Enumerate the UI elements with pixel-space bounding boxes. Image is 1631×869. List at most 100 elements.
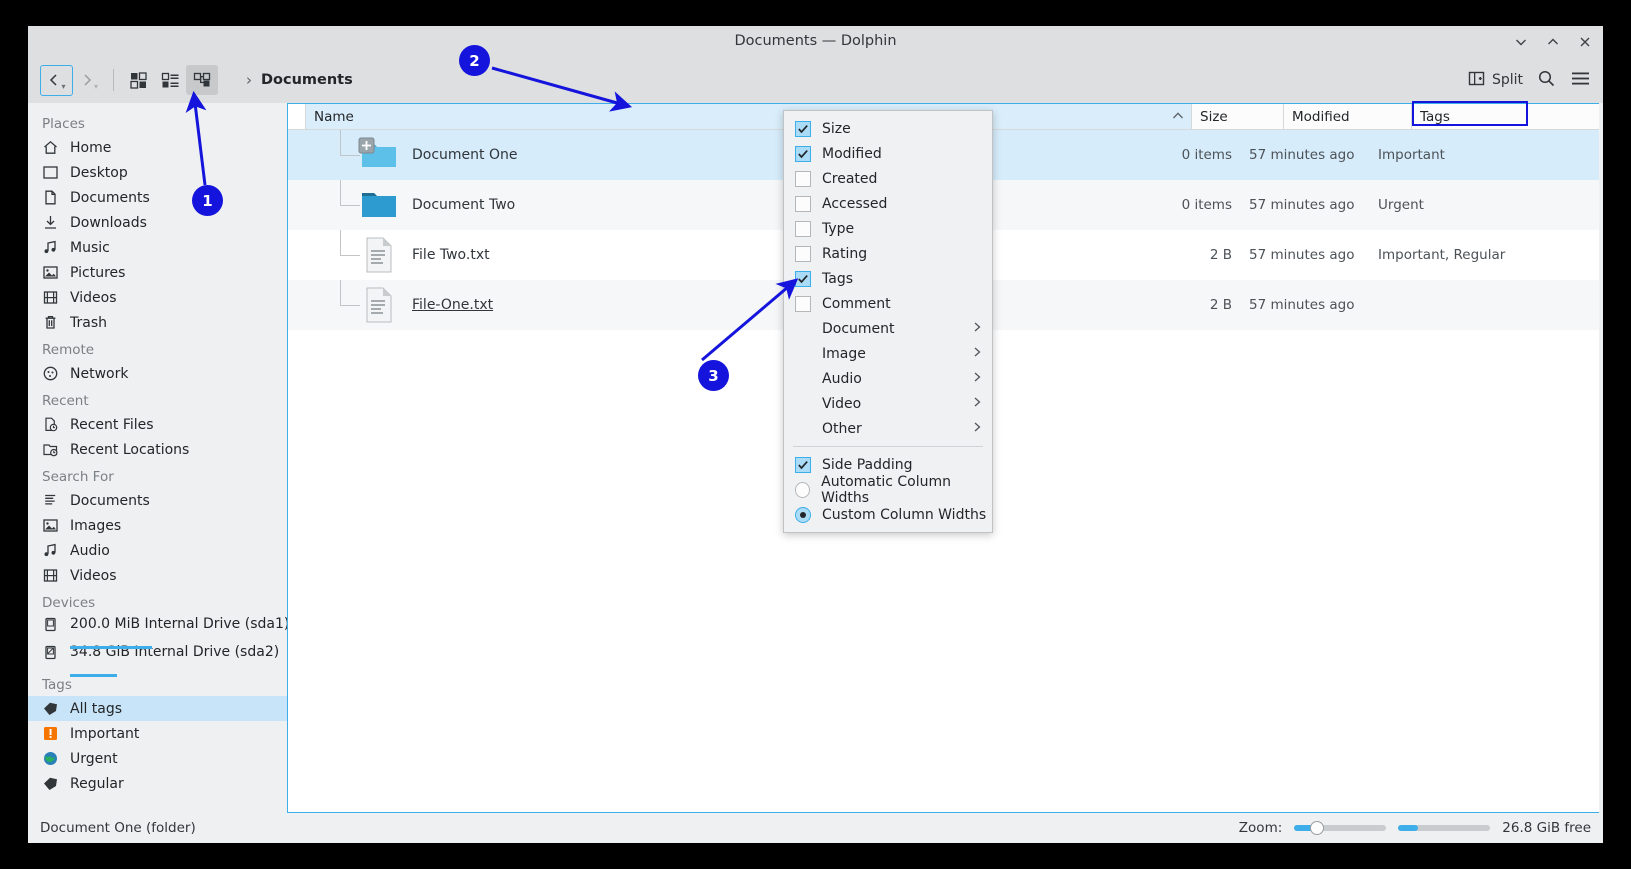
maximize-icon[interactable]: [1545, 34, 1561, 50]
details-view-button[interactable]: [186, 65, 218, 95]
hamburger-menu-icon[interactable]: [1570, 68, 1591, 93]
toolbar-right-group: Split: [1468, 57, 1591, 103]
breadcrumb[interactable]: › Documents: [246, 71, 353, 89]
breadcrumb-chevron-icon: ›: [246, 71, 252, 89]
sidebar-item-videos[interactable]: Videos: [28, 285, 287, 310]
file-name[interactable]: File-One.txt: [408, 297, 1149, 313]
menu-item-image[interactable]: Image: [784, 341, 992, 366]
status-bar: Document One (folder) Zoom: 26.8 GiB fre…: [28, 813, 1603, 843]
sidebar-item-trash[interactable]: Trash: [28, 310, 287, 335]
drive-icon: [40, 642, 60, 662]
menu-item-type[interactable]: Type: [784, 216, 992, 241]
compact-view-button[interactable]: [154, 65, 186, 95]
sidebar-item-desktop[interactable]: Desktop: [28, 160, 287, 185]
sidebar-item-home[interactable]: Home: [28, 135, 287, 160]
documents-icon: [40, 188, 60, 208]
radio-unselected[interactable]: [795, 481, 811, 498]
close-icon[interactable]: [1577, 34, 1593, 50]
chevron-right-icon: [972, 346, 982, 362]
file-modified: 57 minutes ago: [1249, 197, 1355, 213]
search-icon[interactable]: [1537, 69, 1556, 92]
sidebar-item-all-tags[interactable]: All tags: [28, 696, 287, 721]
trash-icon: [40, 313, 60, 333]
file-name[interactable]: File Two.txt: [408, 247, 1149, 263]
tree-indent: [288, 230, 360, 280]
menu-item-created[interactable]: Created: [784, 166, 992, 191]
menu-item-accessed[interactable]: Accessed: [784, 191, 992, 216]
tags-column-highlight: [1412, 101, 1528, 126]
sidebar-item-label: Downloads: [70, 214, 147, 231]
places-sidebar[interactable]: Places Home Desktop Documents Downloads …: [28, 103, 287, 813]
sidebar-item-label: Desktop: [70, 164, 128, 181]
menu-item-label: Video: [822, 395, 862, 412]
back-button[interactable]: ▾: [40, 64, 73, 96]
sidebar-item-documents[interactable]: Documents: [28, 185, 287, 210]
menu-item-rating[interactable]: Rating: [784, 241, 992, 266]
tree-indent: [288, 180, 360, 230]
horizontal-scrollbar[interactable]: [1398, 821, 1491, 835]
checkbox-checked[interactable]: [795, 456, 811, 473]
menu-item-comment[interactable]: Comment: [784, 291, 992, 316]
sidebar-item-recent-files[interactable]: Recent Files: [28, 412, 287, 437]
checkbox-checked[interactable]: [795, 270, 811, 287]
back-dropdown-caret[interactable]: ▾: [61, 82, 65, 91]
status-bar-right: Zoom: 26.8 GiB free: [1239, 813, 1591, 843]
sidebar-item-drive-sda1[interactable]: 200.0 MiB Internal Drive (sda1): [28, 614, 287, 649]
breadcrumb-path[interactable]: Documents: [261, 72, 353, 88]
forward-button[interactable]: ▾: [73, 65, 105, 95]
sidebar-item-search-documents[interactable]: Documents: [28, 488, 287, 513]
sidebar-item-music[interactable]: Music: [28, 235, 287, 260]
column-header-modified[interactable]: Modified: [1284, 104, 1412, 129]
sidebar-item-tag-regular[interactable]: Regular: [28, 771, 287, 796]
sort-ascending-icon: [1172, 110, 1184, 123]
column-context-menu[interactable]: Size Modified Created Accessed Type Rati…: [783, 110, 993, 533]
sidebar-item-label: Trash: [70, 314, 107, 331]
file-name-text: File-One.txt: [412, 297, 494, 313]
menu-item-custom-column-widths[interactable]: Custom Column Widths: [784, 502, 992, 527]
scrollbar-thumb[interactable]: [1398, 825, 1419, 831]
sidebar-item-search-audio[interactable]: Audio: [28, 538, 287, 563]
icons-view-button[interactable]: [122, 65, 154, 95]
split-button[interactable]: Split: [1468, 70, 1523, 91]
column-header-name[interactable]: Name: [306, 104, 1192, 129]
sidebar-item-tag-important[interactable]: Important: [28, 721, 287, 746]
sidebar-item-search-images[interactable]: Images: [28, 513, 287, 538]
checkbox-checked[interactable]: [795, 120, 811, 137]
menu-separator: [793, 446, 983, 447]
menu-item-audio[interactable]: Audio: [784, 366, 992, 391]
sidebar-group-devices: Devices: [42, 595, 96, 611]
sidebar-item-network[interactable]: Network: [28, 361, 287, 386]
checkbox-unchecked[interactable]: [795, 195, 811, 212]
radio-selected[interactable]: [795, 506, 811, 523]
chevron-right-icon: [972, 421, 982, 437]
forward-dropdown-caret[interactable]: ▾: [94, 82, 98, 91]
sidebar-item-search-videos[interactable]: Videos: [28, 563, 287, 588]
sidebar-item-drive-sda2[interactable]: 34.8 GiB Internal Drive (sda2): [28, 642, 287, 677]
menu-item-modified[interactable]: Modified: [784, 141, 992, 166]
sidebar-item-recent-locations[interactable]: Recent Locations: [28, 437, 287, 462]
sidebar-item-tag-urgent[interactable]: Urgent: [28, 746, 287, 771]
sidebar-item-downloads[interactable]: Downloads: [28, 210, 287, 235]
checkbox-unchecked[interactable]: [795, 220, 811, 237]
sidebar-item-label: Recent Locations: [70, 441, 190, 458]
file-name[interactable]: Document One: [408, 147, 1149, 163]
menu-item-document[interactable]: Document: [784, 316, 992, 341]
checkbox-checked[interactable]: [795, 145, 811, 162]
menu-item-automatic-column-widths[interactable]: Automatic Column Widths: [784, 474, 992, 506]
menu-item-tags[interactable]: Tags: [784, 266, 992, 291]
checkbox-unchecked[interactable]: [795, 170, 811, 187]
checkbox-unchecked[interactable]: [795, 295, 811, 312]
checkbox-unchecked[interactable]: [795, 245, 811, 262]
zoom-slider-knob[interactable]: [1310, 821, 1325, 835]
sidebar-item-label: Important: [70, 725, 140, 742]
minimize-icon[interactable]: [1513, 34, 1529, 50]
menu-item-size[interactable]: Size: [784, 116, 992, 141]
menu-item-other[interactable]: Other: [784, 416, 992, 441]
zoom-slider[interactable]: [1294, 821, 1387, 835]
column-header-size[interactable]: Size: [1192, 104, 1284, 129]
sidebar-item-pictures[interactable]: Pictures: [28, 260, 287, 285]
file-tags: Important: [1378, 147, 1445, 163]
main-toolbar: ▾ ▾ › Documents Split: [28, 57, 1603, 103]
file-name[interactable]: Document Two: [408, 197, 1149, 213]
menu-item-video[interactable]: Video: [784, 391, 992, 416]
